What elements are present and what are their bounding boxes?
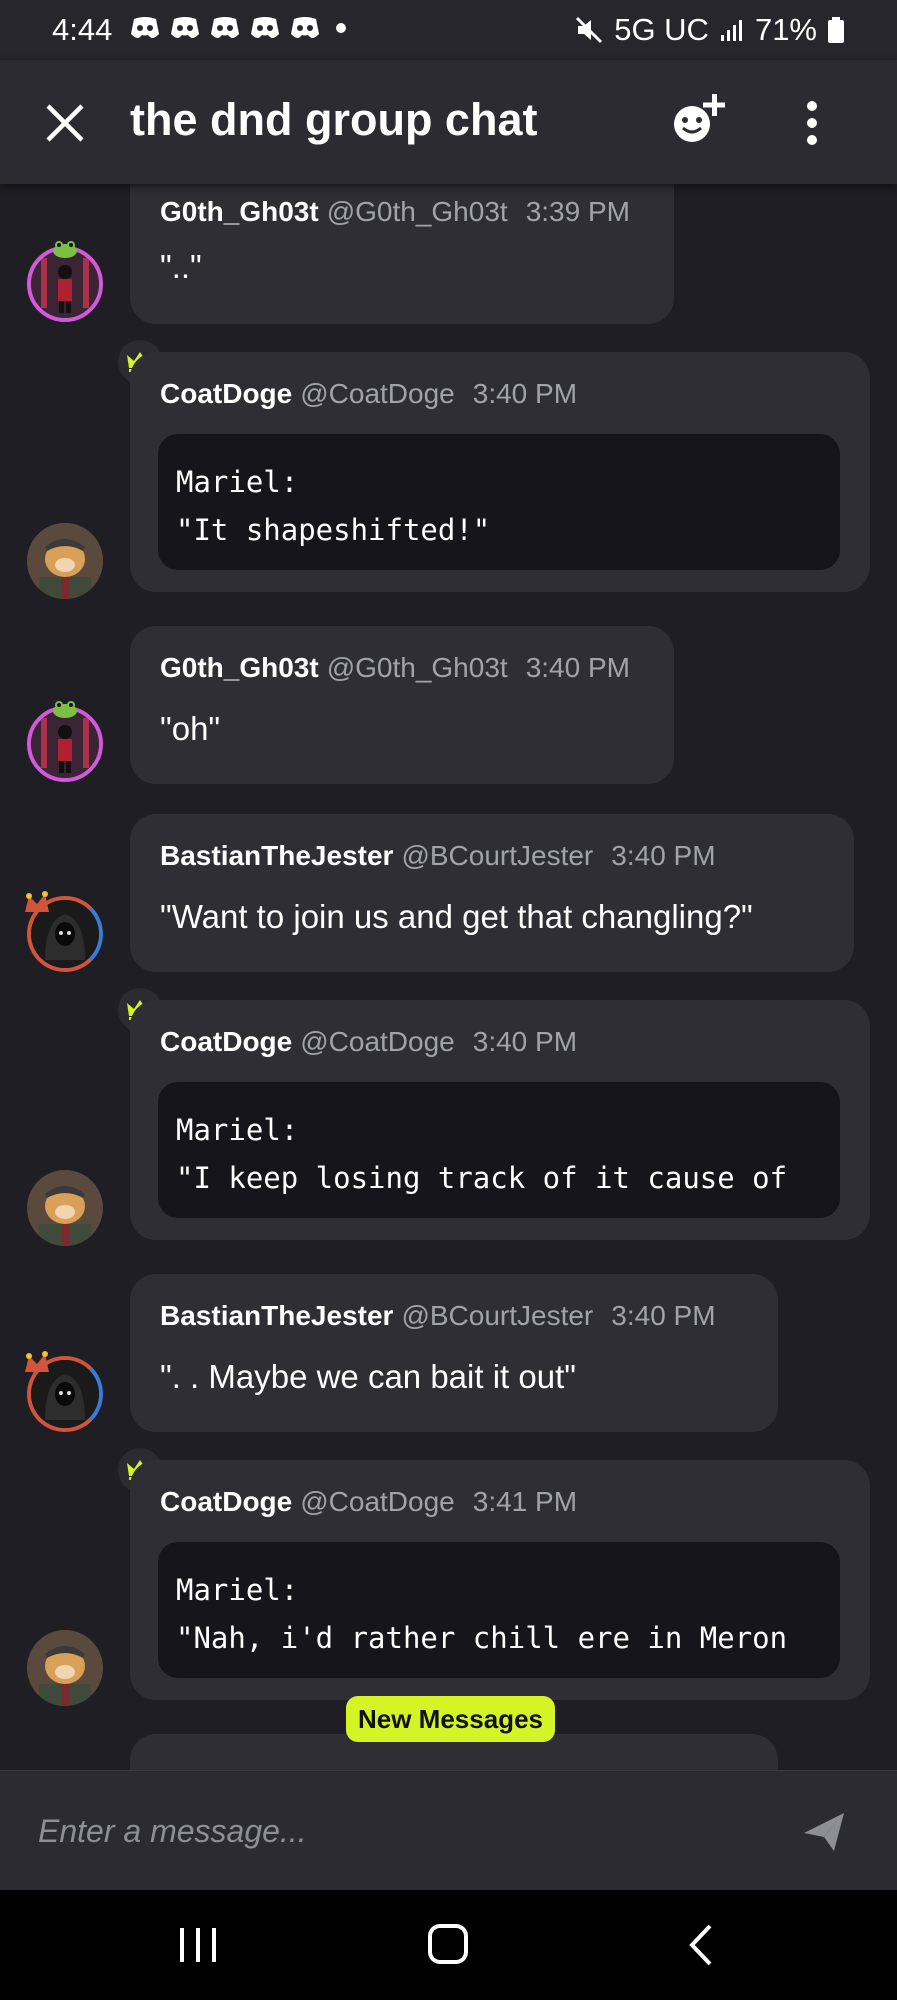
avatar-figure: [27, 523, 103, 599]
message-handle: @CoatDoge: [300, 378, 455, 409]
discord-icon: [131, 17, 159, 38]
code-block: Mariel: "I keep losing track of it cause…: [158, 1082, 840, 1218]
status-time: 4:44: [52, 12, 113, 47]
message-author[interactable]: G0th_Gh03t: [160, 652, 319, 683]
back-icon[interactable]: [686, 1920, 716, 1970]
message-author[interactable]: G0th_Gh03t: [160, 196, 319, 227]
jester-badge-icon: [25, 891, 49, 912]
message-handle: @CoatDoge: [300, 1026, 455, 1057]
message-text: "..": [160, 248, 202, 285]
discord-icon: [211, 17, 239, 38]
message-text: ". . Maybe we can bait it out": [160, 1358, 576, 1395]
network-label: 5G UC: [614, 12, 709, 47]
code-block: Mariel: "Nah, i'd rather chill ere in Me…: [158, 1542, 840, 1678]
message-time: 3:40 PM: [525, 652, 630, 683]
message-list[interactable]: G0th_Gh03t @G0th_Gh03t 3:39 PM ".." CoatDo…: [0, 184, 897, 1770]
more-options-icon[interactable]: [800, 98, 824, 148]
message-author[interactable]: BastianTheJester: [160, 840, 393, 871]
message-author[interactable]: CoatDoge: [160, 378, 292, 409]
message-author[interactable]: BastianTheJester: [160, 1300, 393, 1331]
send-icon[interactable]: [800, 1807, 848, 1855]
notification-icons: [128, 14, 346, 42]
message-author[interactable]: CoatDoge: [160, 1486, 292, 1517]
code-block: Mariel: "It shapeshifted!": [158, 434, 840, 570]
avatar-figure: [27, 1170, 103, 1246]
frog-badge-icon: [53, 241, 77, 258]
close-icon[interactable]: [40, 98, 90, 148]
discord-icon: [291, 17, 319, 38]
battery-icon: [828, 17, 844, 43]
message-handle: @BCourtJester: [401, 1300, 594, 1331]
message-time: 3:39 PM: [525, 196, 630, 227]
message-handle: @CoatDoge: [300, 1486, 455, 1517]
chat-title: the dnd group chat: [130, 94, 538, 145]
message-handle: @G0th_Gh03t: [326, 652, 508, 683]
discord-icon: [251, 17, 279, 38]
coat-doge-avatar[interactable]: [27, 1170, 103, 1246]
jester-badge-icon: [25, 1351, 49, 1372]
avatar-figure: [27, 1630, 103, 1706]
status-bar: 4:44 5G UC 71%: [0, 0, 897, 60]
coat-doge-avatar[interactable]: [27, 523, 103, 599]
more-notifications-dot: [336, 23, 346, 33]
message-time: 3:40 PM: [472, 1026, 578, 1057]
coat-doge-avatar[interactable]: [27, 1630, 103, 1706]
frog-badge-icon: [53, 701, 77, 718]
add-emoji-icon[interactable]: [668, 88, 730, 150]
avatar-figure: [31, 710, 99, 778]
new-messages-pill[interactable]: New Messages: [346, 1696, 555, 1742]
system-nav-bar: [0, 1890, 897, 2000]
discord-icon: [171, 17, 199, 38]
message-text: "Want to join us and get that changling?…: [160, 898, 753, 935]
message-time: 3:40 PM: [611, 1300, 716, 1331]
message-time: 3:40 PM: [611, 840, 716, 871]
message-composer: [0, 1770, 897, 1891]
message-time: 3:40 PM: [472, 378, 578, 409]
status-right: 5G UC 71%: [574, 12, 845, 48]
message-time: 3:41 PM: [472, 1486, 578, 1517]
recent-apps-icon[interactable]: [176, 1922, 220, 1968]
message-author[interactable]: CoatDoge: [160, 1026, 292, 1057]
avatar-figure: [31, 250, 99, 318]
signal-icon: [720, 20, 742, 41]
message-handle: @BCourtJester: [401, 840, 594, 871]
battery-percent: 71%: [754, 12, 817, 47]
mute-icon: [576, 16, 603, 44]
chat-header: the dnd group chat: [0, 60, 897, 184]
message-input[interactable]: [0, 1771, 780, 1891]
message-handle: @G0th_Gh03t: [326, 196, 508, 227]
message-text: "oh": [160, 710, 221, 747]
home-icon[interactable]: [428, 1924, 468, 1964]
